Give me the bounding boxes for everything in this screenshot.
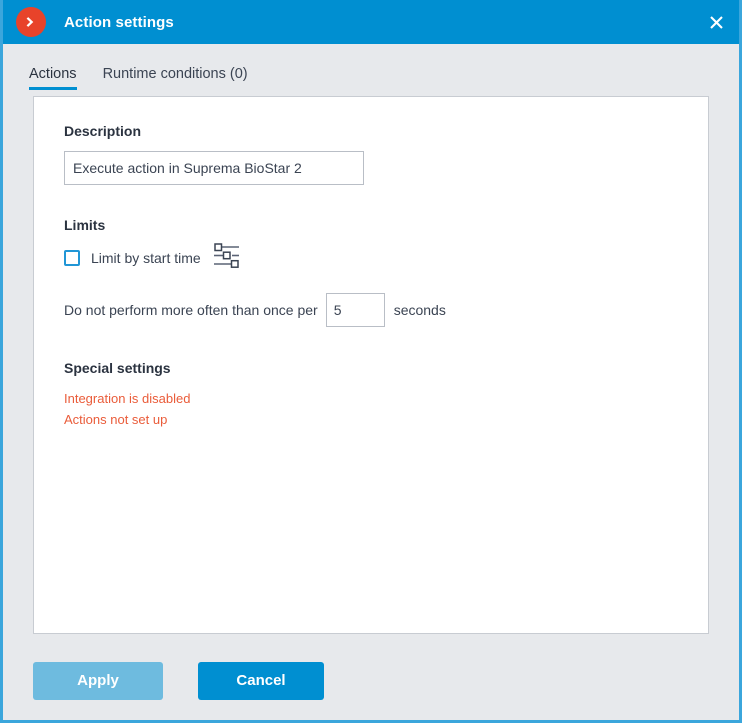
limit-by-start-time-label: Limit by start time [91,250,201,266]
title-bar: Action settings [3,0,739,44]
sliders-icon[interactable] [213,243,241,273]
rate-limit-seconds-input[interactable] [325,293,385,327]
window-title: Action settings [64,13,174,31]
tab-bar: Actions Runtime conditions (0) [3,44,739,90]
description-input[interactable] [64,151,364,185]
tab-actions-label: Actions [29,65,77,82]
apply-button[interactable]: Apply [33,661,163,700]
dialog-footer: Apply Cancel [3,641,739,720]
limit-by-start-time-row: Limit by start time [64,243,678,273]
rate-limit-prefix: Do not perform more often than once per [64,302,318,318]
special-settings-heading: Special settings [64,360,171,376]
special-settings-warning-integration: Integration is disabled [64,391,191,406]
rate-limit-row: Do not perform more often than once per … [64,293,678,327]
limit-by-start-time-checkbox[interactable] [64,250,80,266]
rate-limit-suffix: seconds [393,302,446,318]
content-area: Description Limits Limit by start time [3,90,739,641]
close-icon[interactable] [693,0,739,44]
tab-runtime-conditions[interactable]: Runtime conditions (0) [102,65,248,91]
chevron-right-circle-icon [16,7,46,37]
description-heading: Description [64,123,142,139]
special-settings-warning-actions: Actions not set up [64,412,168,427]
limits-heading: Limits [64,217,106,233]
settings-panel: Description Limits Limit by start time [33,96,709,634]
cancel-button[interactable]: Cancel [198,661,324,700]
tab-actions[interactable]: Actions [29,65,77,91]
action-settings-dialog: Action settings Actions Runtime conditio… [0,0,742,723]
tab-runtime-conditions-label: Runtime conditions (0) [102,65,248,82]
